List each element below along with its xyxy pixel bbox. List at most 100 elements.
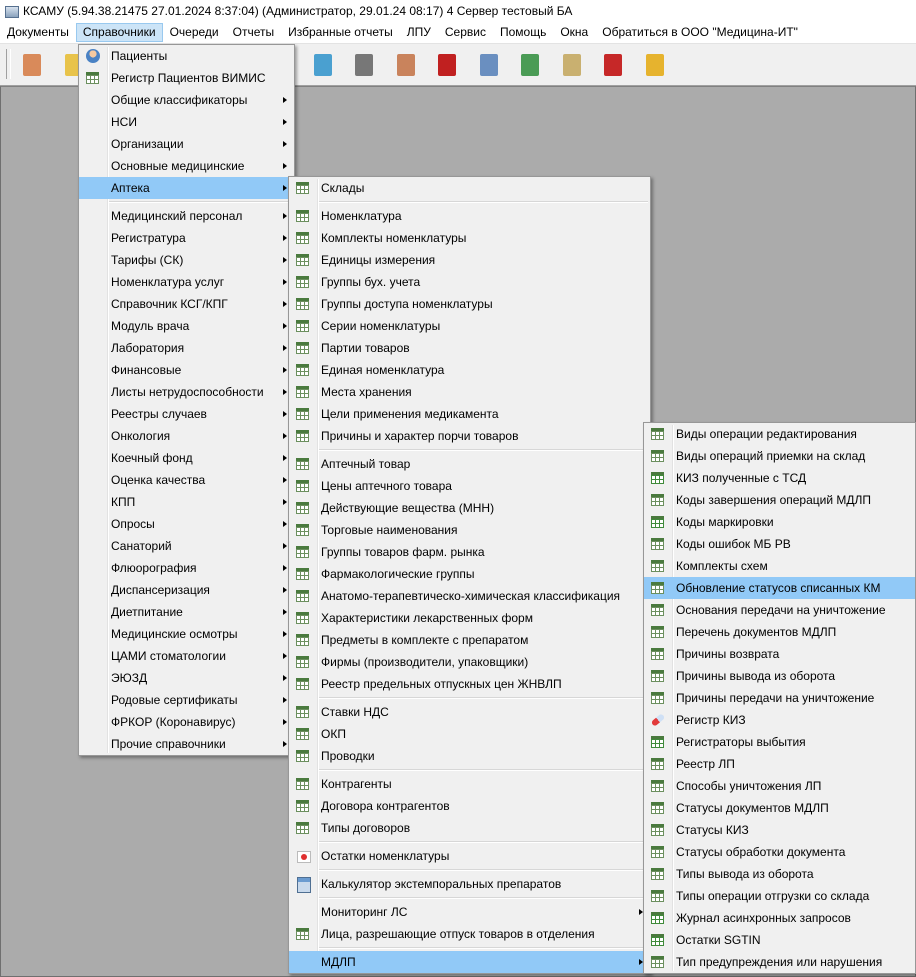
menu-item[interactable]: Онкология	[79, 425, 294, 447]
menu-item[interactable]: Регистр Пациентов ВИМИС	[79, 67, 294, 89]
menu-item[interactable]: Статусы документов МДЛП	[644, 797, 915, 819]
menu-item[interactable]: Опросы	[79, 513, 294, 535]
menu-item[interactable]: Причины передачи на уничтожение	[644, 687, 915, 709]
menu-item[interactable]: Группы бух. учета	[289, 271, 650, 293]
nurse-button[interactable]	[388, 49, 422, 81]
menu-item[interactable]: МДЛП	[289, 951, 650, 973]
toolbar-grip[interactable]	[6, 49, 11, 79]
menu-item[interactable]: ОКП	[289, 723, 650, 745]
menu-item[interactable]: Типы операции отгрузки со склада	[644, 885, 915, 907]
menu-item[interactable]: НСИ	[79, 111, 294, 133]
menu-item[interactable]: Партии товаров	[289, 337, 650, 359]
menu-item[interactable]: Единая номенклатура	[289, 359, 650, 381]
menu-item[interactable]: Группы товаров фарм. рынка	[289, 541, 650, 563]
menu-item[interactable]: Коды ошибок МБ РВ	[644, 533, 915, 555]
menu-item[interactable]: Способы уничтожения ЛП	[644, 775, 915, 797]
menu-item[interactable]: Единицы измерения	[289, 249, 650, 271]
menu-item[interactable]: Санаторий	[79, 535, 294, 557]
menu-item[interactable]: Причины возврата	[644, 643, 915, 665]
menu-item[interactable]: Регистраторы выбытия	[644, 731, 915, 753]
menu-item[interactable]: Калькулятор экстемпоральных препаратов	[289, 873, 650, 895]
menu-item[interactable]: Причины вывода из оборота	[644, 665, 915, 687]
menubar-item-6[interactable]: Сервис	[438, 23, 493, 42]
menu-item[interactable]: Коды маркировки	[644, 511, 915, 533]
menu-item[interactable]: Диетпитание	[79, 601, 294, 623]
menu-item[interactable]: Обновление статусов списанных КМ	[644, 577, 915, 599]
menu-item[interactable]: Реестры случаев	[79, 403, 294, 425]
menu-item[interactable]: Ставки НДС	[289, 701, 650, 723]
menu-item[interactable]: Характеристики лекарственных форм	[289, 607, 650, 629]
menu-item[interactable]: Предметы в комплекте с препаратом	[289, 629, 650, 651]
menu-item[interactable]: Статусы обработки документа	[644, 841, 915, 863]
menu-item[interactable]: Проводки	[289, 745, 650, 767]
menu-item[interactable]: Лаборатория	[79, 337, 294, 359]
menu-item[interactable]: Реестр ЛП	[644, 753, 915, 775]
menu-item[interactable]: Родовые сертификаты	[79, 689, 294, 711]
menu-item[interactable]: Анатомо-терапевтическо-химическая класси…	[289, 585, 650, 607]
menu-item[interactable]: Регистратура	[79, 227, 294, 249]
menu-item[interactable]: Виды операций приемки на склад	[644, 445, 915, 467]
menu-item[interactable]: Виды операции редактирования	[644, 423, 915, 445]
menu-item[interactable]: Оценка качества	[79, 469, 294, 491]
menu-item[interactable]: Общие классификаторы	[79, 89, 294, 111]
menu-item[interactable]: Коечный фонд	[79, 447, 294, 469]
menu-item[interactable]: Фармакологические группы	[289, 563, 650, 585]
menu-item[interactable]: Комплекты схем	[644, 555, 915, 577]
menu-item[interactable]: Действующие вещества (МНН)	[289, 497, 650, 519]
menubar-item-8[interactable]: Окна	[553, 23, 595, 42]
menu-item[interactable]: Группы доступа номенклатуры	[289, 293, 650, 315]
menu-item[interactable]: Модуль врача	[79, 315, 294, 337]
menubar-item-3[interactable]: Отчеты	[226, 23, 281, 42]
menu-item[interactable]: Тип предупреждения или нарушения	[644, 951, 915, 973]
menu-item[interactable]: Коды завершения операций МДЛП	[644, 489, 915, 511]
menu-item[interactable]: Статусы КИЗ	[644, 819, 915, 841]
menu-item[interactable]: Листы нетрудоспособности	[79, 381, 294, 403]
menu-item[interactable]: КИЗ полученные с ТСД	[644, 467, 915, 489]
menubar-item-1[interactable]: Справочники	[75, 23, 163, 42]
menu-item[interactable]: Контрагенты	[289, 773, 650, 795]
menu-item[interactable]: Места хранения	[289, 381, 650, 403]
menubar-item-5[interactable]: ЛПУ	[400, 23, 438, 42]
menubar-item-2[interactable]: Очереди	[163, 23, 226, 42]
menu-item[interactable]: Цели применения медикамента	[289, 403, 650, 425]
pdf-button[interactable]	[595, 49, 629, 81]
drops-button[interactable]	[305, 49, 339, 81]
menu-item[interactable]: ЭЮЗД	[79, 667, 294, 689]
menu-item[interactable]: Пациенты	[79, 45, 294, 67]
menu-item[interactable]: Журнал асинхронных запросов	[644, 907, 915, 929]
menu-item[interactable]: Мониторинг ЛС	[289, 901, 650, 923]
menubar-item-4[interactable]: Избранные отчеты	[281, 23, 400, 42]
menu-item[interactable]: Лица, разрешающие отпуск товаров в отдел…	[289, 923, 650, 945]
menu-item[interactable]: Типы договоров	[289, 817, 650, 839]
menu-item[interactable]: Перечень документов МДЛП	[644, 621, 915, 643]
menu-item[interactable]: Склады	[289, 177, 650, 199]
menu-item[interactable]: Торговые наименования	[289, 519, 650, 541]
menu-item[interactable]: Тарифы (СК)	[79, 249, 294, 271]
menu-item[interactable]: Аптечный товар	[289, 453, 650, 475]
menu-item[interactable]: Номенклатура	[289, 205, 650, 227]
menu-item[interactable]: Медицинский персонал	[79, 205, 294, 227]
menubar-item-0[interactable]: Документы	[0, 23, 76, 42]
red-book-button[interactable]	[429, 49, 463, 81]
menu-item[interactable]: Организации	[79, 133, 294, 155]
menu-item[interactable]: Фирмы (производители, упаковщики)	[289, 651, 650, 673]
menu-item[interactable]: Справочник КСГ/КПГ	[79, 293, 294, 315]
doctor-button[interactable]	[14, 49, 48, 81]
menubar-item-9[interactable]: Обратиться в ООО "Медицина-ИТ"	[595, 23, 805, 42]
menu-item[interactable]: Договора контрагентов	[289, 795, 650, 817]
menu-item[interactable]: Причины и характер порчи товаров	[289, 425, 650, 447]
menubar-item-7[interactable]: Помощь	[493, 23, 553, 42]
menu-item[interactable]: Реестр предельных отпускных цен ЖНВЛП	[289, 673, 650, 695]
menu-item[interactable]: Номенклатура услуг	[79, 271, 294, 293]
menu-item[interactable]: Прочие справочники	[79, 733, 294, 755]
menu-item[interactable]: Аптека	[79, 177, 294, 199]
menu-item[interactable]: Типы вывода из оборота	[644, 863, 915, 885]
menu-item[interactable]: Цены аптечного товара	[289, 475, 650, 497]
menu-item[interactable]: Флюорография	[79, 557, 294, 579]
barcode-scanner-button[interactable]	[346, 49, 380, 81]
menu-item[interactable]: Регистр КИЗ	[644, 709, 915, 731]
menu-item[interactable]: Медицинские осмотры	[79, 623, 294, 645]
certificate-button[interactable]	[512, 49, 546, 81]
calendar-button[interactable]	[471, 49, 505, 81]
registry-button[interactable]	[554, 49, 588, 81]
